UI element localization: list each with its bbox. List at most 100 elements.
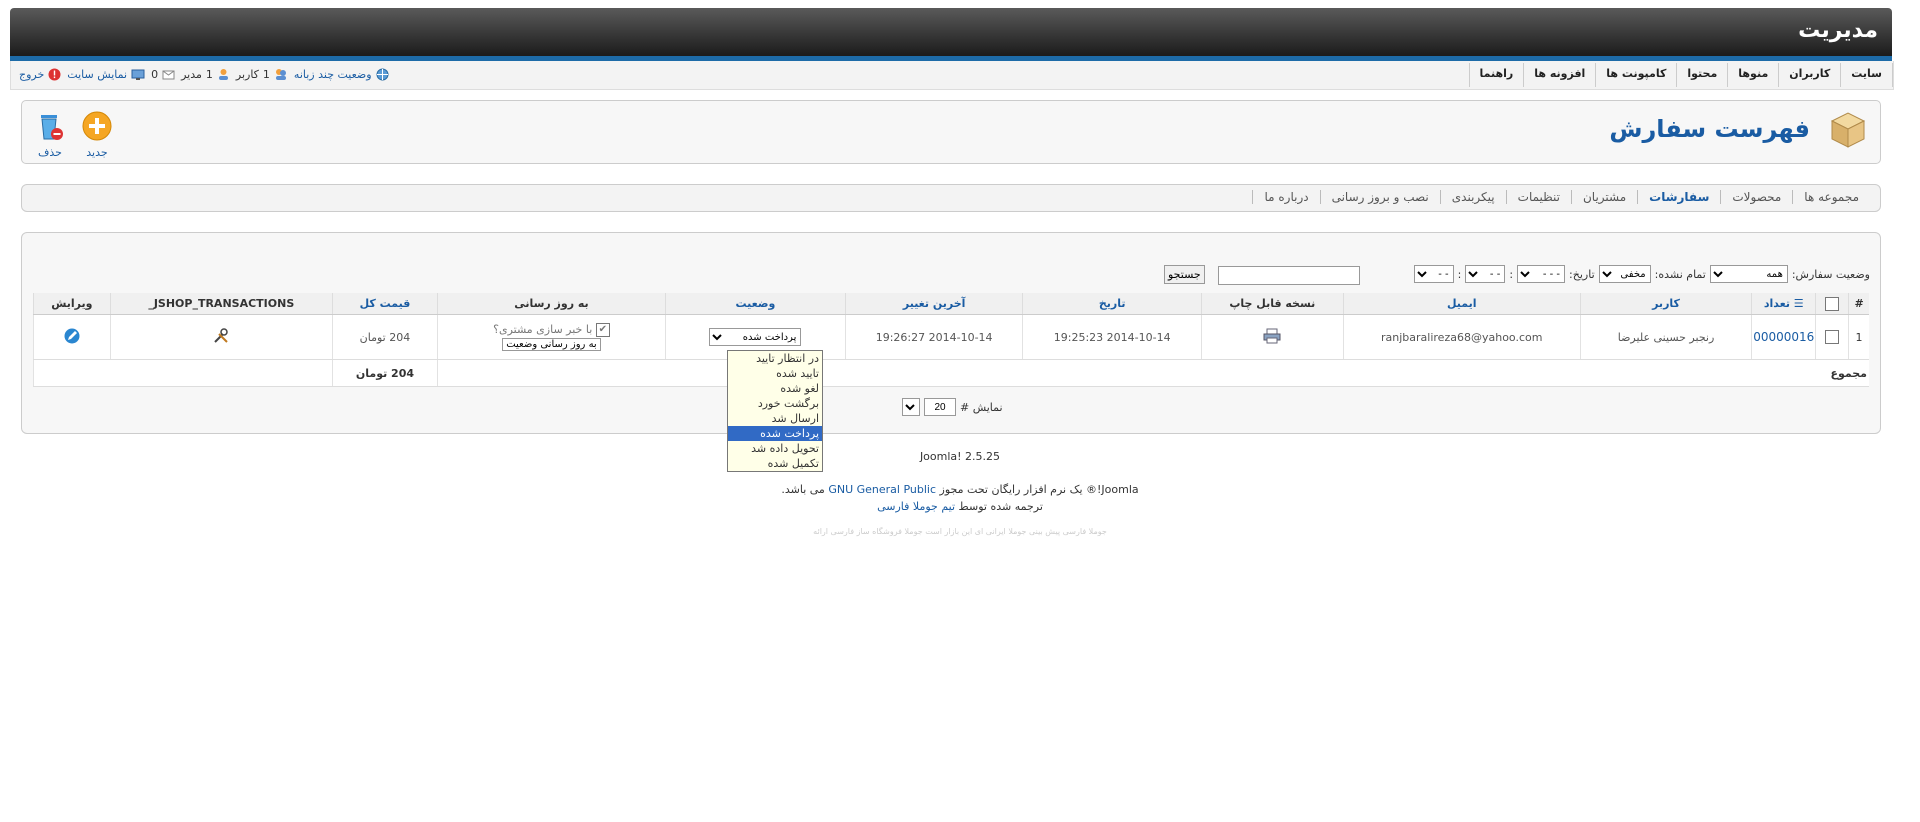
search-input[interactable] (1218, 266, 1360, 285)
col-order-number[interactable]: ☰ تعداد (1751, 293, 1816, 315)
update-status-button[interactable]: به روز رسانی وضعیت (502, 338, 601, 351)
table-header-row: # ☰ تعداد کاربر ایمیل نسخه قابل چاپ تاری… (33, 293, 1869, 315)
select-all-checkbox[interactable] (1825, 296, 1840, 311)
tab-categories[interactable]: مجموعه ها (1792, 190, 1870, 204)
menu-item-menus[interactable]: منوها (1727, 63, 1778, 87)
pager-label: نمایش # (960, 400, 1003, 414)
row-checkbox[interactable] (1825, 330, 1840, 344)
multilang-label: وضعیت چند زبانه (293, 68, 372, 81)
orders-panel: وضعیت سفارش: همه تمام نشده: مخفی تاریخ: … (21, 232, 1881, 434)
main-menu: سایت کاربران منوها محتوا کامپونت ها افزو… (1468, 63, 1893, 87)
translation-credit: ترجمه شده توسط تیم جوملا فارسی (877, 500, 1043, 513)
view-site-link[interactable]: نمایش سایت (67, 68, 145, 81)
status-bar: وضعیت چند زبانه 1 کاربر 1 مدیر 0 نمایش س… (19, 68, 389, 81)
trash-icon (41, 115, 63, 140)
notify-label: با خبر سازی مشتری؟ (493, 323, 593, 336)
admin-icon (218, 69, 228, 80)
menu-item-users[interactable]: کاربران (1778, 63, 1840, 87)
tab-about[interactable]: درباره ما (1252, 190, 1319, 204)
status-option[interactable]: تکمیل شده (728, 456, 822, 471)
col-select-all[interactable] (1815, 293, 1849, 315)
tab-customers[interactable]: مشتریان (1570, 190, 1637, 204)
tab-orders[interactable]: سفارشات (1637, 190, 1720, 204)
col-email[interactable]: ایمیل (1342, 293, 1581, 315)
menu-item-content[interactable]: محتوا (1676, 63, 1727, 87)
sort-icon: ☰ (1793, 297, 1804, 310)
search-button[interactable]: جستجو (1164, 265, 1205, 284)
multilang-status[interactable]: وضعیت چند زبانه (294, 68, 389, 81)
team-link[interactable]: تیم جوملا فارسی (877, 500, 955, 513)
filter-bar: وضعیت سفارش: همه تمام نشده: مخفی تاریخ: … (1413, 265, 1870, 283)
order-status-select-row[interactable]: پرداخت شده (709, 328, 802, 346)
page-size-input[interactable] (924, 398, 956, 416)
total-row: مجموع 204 تومان (33, 359, 1869, 387)
tab-install-update[interactable]: نصب و بروز رسانی (1319, 190, 1440, 204)
messages-count: 0 (151, 68, 159, 81)
globe-icon (376, 68, 389, 81)
view-site-label: نمایش سایت (67, 68, 128, 81)
col-user[interactable]: کاربر (1579, 293, 1752, 315)
page-size-select[interactable] (902, 398, 920, 416)
messages[interactable]: 0 (151, 68, 175, 81)
tools-icon[interactable] (213, 327, 229, 344)
tab-settings[interactable]: تنظیمات (1505, 190, 1571, 204)
date-day-select[interactable]: - - (1413, 265, 1454, 283)
status-option-selected[interactable]: پرداخت شده (728, 426, 822, 441)
status-option[interactable]: تایید شده (728, 366, 822, 381)
admins-label: مدیر (181, 68, 202, 81)
delete-button[interactable]: حذف (30, 111, 70, 159)
shop-submenu: مجموعه ها محصولات سفارشات مشتریان تنظیما… (21, 184, 1881, 212)
orders-table: # ☰ تعداد کاربر ایمیل نسخه قابل چاپ تاری… (33, 293, 1869, 387)
monitor-icon (131, 69, 145, 80)
admins-online: 1 مدیر (181, 68, 230, 81)
date-month-select[interactable]: - - (1465, 265, 1506, 283)
page-title: فهرست سفارش (1609, 115, 1810, 143)
row-date: 2014-10-14 19:25:23 (1022, 314, 1202, 360)
table-row: 1 00000016 رنجبر حسینی علیرضا ranjbarali… (33, 314, 1869, 360)
license-text: Joomla!® یک نرم افزار رایگان تحت مجوز GN… (781, 483, 1139, 496)
status-option[interactable]: تحویل داده شد (728, 441, 822, 456)
menu-item-site[interactable]: سایت (1840, 63, 1892, 87)
date-year-select[interactable]: - - - (1517, 265, 1566, 283)
new-label: جدید (86, 146, 108, 159)
add-icon (82, 111, 112, 141)
col-total[interactable]: قیمت کل (331, 293, 438, 315)
logout-link[interactable]: خروج (19, 68, 61, 81)
total-label: مجموع (437, 359, 1869, 387)
message-icon (162, 70, 175, 79)
menu-item-help[interactable]: راهنما (1468, 63, 1524, 87)
col-update: به روز رسانی (437, 293, 666, 315)
menubar: سایت کاربران منوها محتوا کامپونت ها افزو… (10, 61, 1894, 90)
col-status[interactable]: وضعیت (664, 293, 846, 315)
status-option[interactable]: لغو شده (728, 381, 822, 396)
row-email: ranjbaralireza68@yahoo.com (1342, 314, 1581, 360)
col-last-modified[interactable]: آخرین تغییر (844, 293, 1023, 315)
row-user: رنجبر حسینی علیرضا (1579, 314, 1752, 360)
print-icon[interactable] (1263, 328, 1281, 344)
notify-checkbox[interactable] (595, 323, 610, 337)
status-option[interactable]: برگشت خورد (728, 396, 822, 411)
col-edit: ویرایش (33, 293, 111, 315)
admins-count: 1 (205, 68, 213, 81)
status-option[interactable]: ارسال شد (728, 411, 822, 426)
col-num: # (1848, 293, 1869, 315)
status-option[interactable]: در انتظار تایید (728, 351, 822, 366)
faint-footer-text: جوملا فارسی پیش بینی جوملا ایرانی ای این… (813, 527, 1107, 536)
order-number-link[interactable]: 00000016 (1753, 330, 1814, 344)
total-value: 204 تومان (331, 359, 438, 387)
gpl-link[interactable]: GNU General Public (828, 483, 936, 496)
col-date[interactable]: تاریخ (1022, 293, 1202, 315)
menu-item-extensions[interactable]: افزونه ها (1523, 63, 1595, 87)
header-title: مدیریت (1798, 18, 1878, 43)
tab-products[interactable]: محصولات (1720, 190, 1792, 204)
users-icon (275, 69, 286, 80)
row-total: 204 تومان (331, 314, 438, 360)
unfinished-select[interactable]: مخفی (1598, 265, 1651, 283)
logout-label: خروج (19, 68, 45, 81)
new-button[interactable]: جدید (77, 111, 117, 159)
menu-item-components[interactable]: کامپونت ها (1595, 63, 1676, 87)
tab-configuration[interactable]: پیکربندی (1439, 190, 1506, 204)
edit-icon[interactable] (64, 328, 80, 344)
users-count: 1 (262, 68, 270, 81)
order-status-select[interactable]: همه (1709, 265, 1788, 283)
